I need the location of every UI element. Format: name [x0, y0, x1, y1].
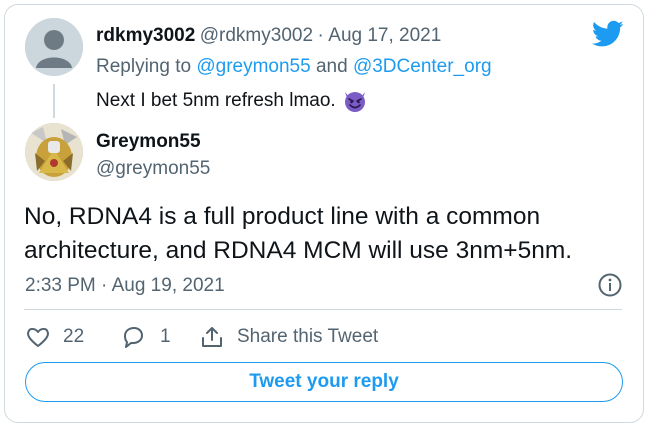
reply-tweet-text-row: Next I bet 5nm refresh lmao.: [96, 88, 368, 114]
share-icon: [202, 327, 222, 347]
heart-icon: [27, 327, 49, 347]
replying-joiner: and: [315, 56, 348, 77]
avatar-greymon55[interactable]: [25, 123, 83, 181]
display-name[interactable]: rdkmy3002: [96, 25, 195, 46]
replying-to-line: Replying to @greymon55 and @3DCenter_org: [96, 56, 492, 78]
smiling-face-with-horns-icon: [344, 92, 365, 112]
reply-action[interactable]: 1: [120, 324, 171, 350]
main-tweet-text: No, RDNA4 is a full product line with a …: [24, 203, 573, 264]
separator: ·: [317, 25, 324, 46]
replying-prefix: Replying to: [96, 56, 192, 77]
user-handle[interactable]: @rdkmy3002: [200, 25, 313, 46]
tweet-timestamp[interactable]: 2:33 PM · Aug 19, 2021: [25, 275, 225, 297]
share-label: Share this Tweet: [237, 326, 379, 347]
reply-button-label: Tweet your reply: [249, 371, 399, 392]
comment-bubble-icon: [124, 327, 143, 348]
thread-line: [53, 84, 55, 118]
avatar-default[interactable]: [25, 18, 83, 76]
tweet-your-reply-button[interactable]: Tweet your reply: [25, 362, 623, 402]
info-icon[interactable]: [597, 272, 623, 298]
user-handle[interactable]: @greymon55: [96, 158, 210, 180]
profile-picture: [25, 123, 83, 181]
mention-link[interactable]: @greymon55: [196, 56, 310, 77]
twitter-bird-icon[interactable]: [592, 20, 624, 48]
reply-tweet-text: Next I bet 5nm refresh lmao.: [96, 90, 336, 111]
divider: [24, 309, 622, 310]
reply-tweet-header: rdkmy3002 @rdkmy3002 · Aug 17, 2021: [96, 25, 441, 47]
tweet-date[interactable]: Aug 17, 2021: [328, 25, 441, 46]
default-profile-icon: [25, 18, 83, 76]
display-name[interactable]: Greymon55: [96, 131, 201, 153]
reply-count: 1: [160, 326, 171, 347]
like-count: 22: [63, 326, 85, 347]
mention-link[interactable]: @3DCenter_org: [353, 56, 492, 77]
share-action[interactable]: Share this Tweet: [199, 324, 378, 350]
like-action[interactable]: 22: [25, 324, 84, 350]
